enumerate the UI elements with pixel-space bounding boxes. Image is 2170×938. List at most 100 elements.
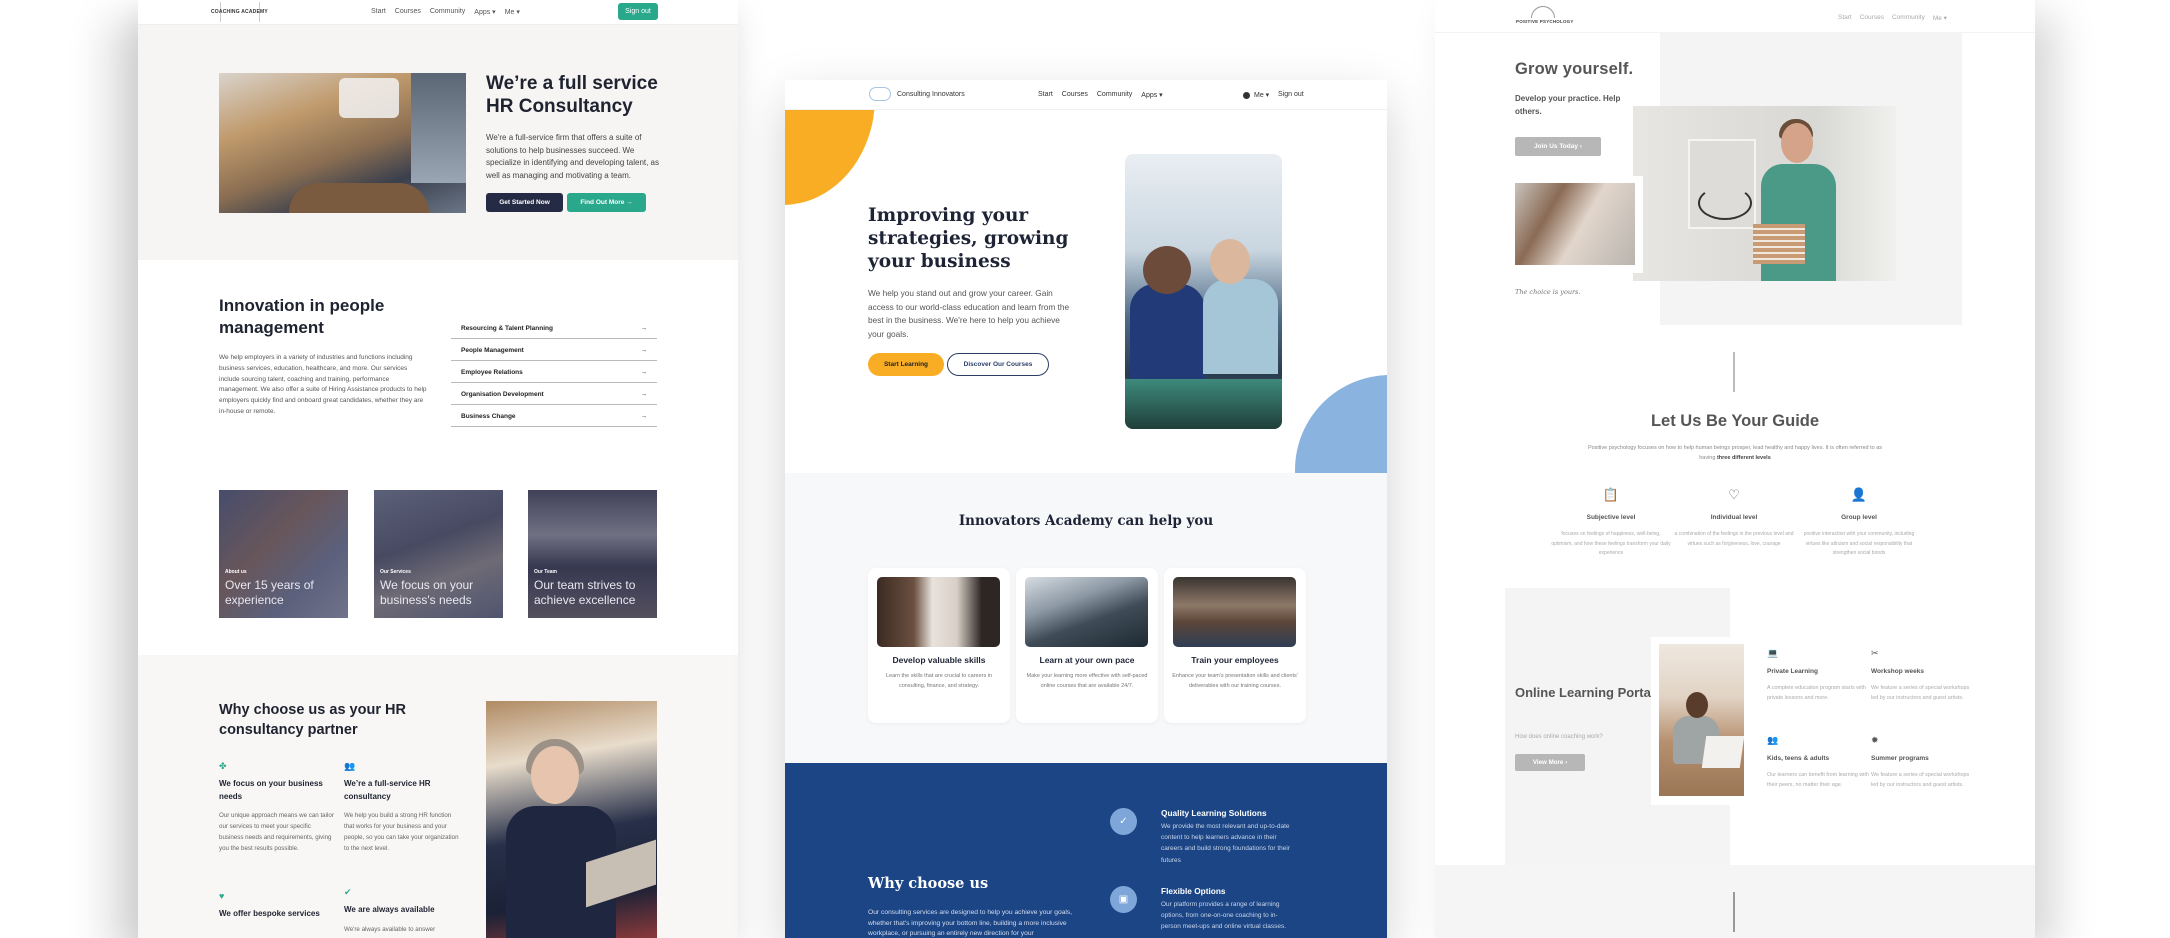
service-item[interactable]: People Management → [451, 339, 657, 361]
nav-link-courses[interactable]: Courses [395, 8, 421, 16]
card-kicker: Our Team [534, 569, 557, 575]
portal-feature-body: We feature a series of special workshops… [1871, 772, 1970, 788]
arrow-right-icon: → [640, 391, 648, 398]
nav-link-community[interactable]: Community [1892, 14, 1925, 22]
sign-out-button[interactable]: Sign out [618, 3, 658, 20]
small-image-frame [1515, 176, 1643, 273]
tagline: The choice is yours. [1515, 288, 1581, 296]
heart-icon: ♡ [1728, 487, 1740, 502]
hero-title: Improving your strategies, growing your … [868, 205, 1069, 272]
why-choose-us-section: Why choose us Our consulting services ar… [785, 763, 1387, 938]
level-body: focuses on feelings of happiness, well-b… [1551, 531, 1671, 557]
woman-with-books-image [1633, 106, 1896, 281]
help-card-body: Make your learning more effective with s… [1026, 673, 1148, 689]
help-card-title: Train your employees [1191, 655, 1279, 665]
nav-link-community[interactable]: Community [1097, 91, 1132, 99]
card-title: Over 15 years of experience [225, 578, 314, 607]
service-item[interactable]: Business Change → [451, 405, 657, 427]
nav-link-me[interactable]: Me ▾ [505, 8, 520, 16]
nav-link-apps[interactable]: Apps ▾ [1141, 91, 1162, 99]
nav-link-start[interactable]: Start [1038, 91, 1053, 99]
feature-title: We are always available [344, 905, 435, 914]
nav-link-community[interactable]: Community [430, 8, 465, 16]
discover-courses-button[interactable]: Discover Our Courses [947, 353, 1049, 376]
arrow-right-icon: → [640, 369, 648, 376]
user-avatar-icon [1243, 91, 1250, 99]
feature-body: Our unique approach means we can tailor … [219, 812, 334, 852]
portal-feature-body: Our learners can benefit from learning w… [1767, 772, 1869, 788]
presentation-icon: ▣ [1110, 886, 1137, 913]
feature-title: We’re a full-service HR consultancy [344, 779, 431, 801]
user-menu[interactable]: Me ▾ [1243, 91, 1269, 99]
service-item[interactable]: Employee Relations → [451, 361, 657, 383]
help-card[interactable]: Develop valuable skills Learn the skills… [868, 568, 1010, 723]
hand-heart-icon: ♥ [219, 891, 225, 901]
guide-intro: Positive psychology focuses on how to he… [1585, 444, 1885, 463]
card-title: We focus on your business's needs [380, 578, 474, 607]
service-item[interactable]: Resourcing & Talent Planning → [451, 317, 657, 339]
nav-link-courses[interactable]: Courses [1062, 91, 1088, 99]
level-individual: ♡ Individual level a combination of the … [1674, 487, 1794, 549]
hero-section: We’re a full service HR Consultancy We'r… [138, 25, 738, 260]
help-card-title: Develop valuable skills [892, 655, 986, 665]
check-circle-icon: ✔ [344, 887, 352, 897]
nav-link-apps[interactable]: Apps ▾ [474, 8, 495, 16]
find-out-more-button[interactable]: Find Out More → [567, 193, 646, 212]
divider-line [1733, 892, 1735, 932]
portal-feature-ages: 👥 Kids, teens & adults Our learners can … [1767, 735, 1872, 790]
help-card-title: Learn at your own pace [1039, 655, 1135, 665]
site-logo-icon[interactable] [869, 87, 891, 101]
feature-bespoke: ♥ We offer bespoke services [219, 891, 334, 921]
woman-portrait-image [1515, 183, 1635, 265]
user-icon: 👤 [1850, 487, 1868, 502]
site-logo-text[interactable]: Consulting Innovators [897, 91, 965, 98]
view-more-button[interactable]: View More › [1515, 754, 1585, 771]
help-card[interactable]: Train your employees Enhance your team's… [1164, 568, 1306, 723]
people-icon: 👥 [1767, 735, 1779, 745]
nav-links: Start Courses Community Me ▾ [1838, 14, 1947, 22]
service-label: Employee Relations [461, 369, 523, 376]
start-learning-button[interactable]: Start Learning [868, 353, 944, 376]
feature-title: We focus on your business needs [219, 779, 323, 801]
nav-link-start[interactable]: Start [371, 8, 386, 16]
services-list: Resourcing & Talent Planning → People Man… [451, 317, 657, 427]
card-kicker: Our Services [380, 569, 411, 575]
nav-link-courses[interactable]: Courses [1860, 14, 1884, 22]
feature-business-needs: ✤ We focus on your business needs Our un… [219, 761, 334, 854]
level-body: a combination of the feelings in the pre… [1674, 531, 1794, 547]
top-nav: Consulting Innovators Start Courses Comm… [785, 80, 1387, 110]
clipboard-icon: 📋 [1602, 487, 1620, 502]
portal-feature-workshop: ✂ Workshop weeks We feature a series of … [1871, 648, 1976, 703]
nav-link-me[interactable]: Me ▾ [1933, 14, 1947, 22]
site-logo[interactable]: COACHING ACADEMY [211, 2, 268, 22]
arrow-right-icon: → [640, 325, 648, 332]
arrow-right-icon: → [640, 413, 648, 420]
woman-laptop-image [1659, 644, 1745, 796]
hero-title: We’re a full service HR Consultancy [486, 73, 658, 117]
top-nav: COACHING ACADEMY Start Courses Community… [138, 0, 738, 25]
join-us-button[interactable]: Join Us Today › [1515, 137, 1601, 156]
level-title: Individual level [1710, 514, 1758, 521]
service-item[interactable]: Organisation Development → [451, 383, 657, 405]
portal-title: Online Learning Portal [1515, 685, 1655, 700]
site-logo[interactable]: POSITIVE PSYCHOLOGY [1516, 19, 1574, 24]
level-body: positive interaction with your community… [1803, 531, 1915, 557]
team-card[interactable]: Our Team Our team strives to achieve exc… [528, 490, 657, 618]
portal-image-frame [1651, 637, 1746, 805]
sign-out-link[interactable]: Sign out [1278, 91, 1304, 98]
services-card[interactable]: Our Services We focus on your business's… [374, 490, 503, 618]
feature-body: Our platform provides a range of learnin… [1161, 901, 1287, 931]
why-body: Our consulting services are designed to … [868, 909, 1073, 937]
help-title: Innovators Academy can help you [958, 513, 1214, 529]
help-card-body: Learn the skills that are crucial to car… [885, 673, 993, 689]
help-card[interactable]: Learn at your own pace Make your learnin… [1016, 568, 1158, 723]
nav-link-start[interactable]: Start [1838, 14, 1852, 22]
help-card-body: Enhance your team's presentation skills … [1172, 673, 1298, 689]
get-started-button[interactable]: Get Started Now [486, 193, 563, 212]
about-card[interactable]: About us Over 15 years of experience [219, 490, 348, 618]
nav-links: Start Courses Community Apps ▾ Me ▾ [371, 8, 520, 16]
feature-body: We're always available to answer [344, 925, 436, 933]
user-menu-label: Me ▾ [1254, 92, 1270, 99]
laptop-icon: 💻 [1767, 648, 1779, 658]
group-icon: 👥 [344, 761, 356, 771]
